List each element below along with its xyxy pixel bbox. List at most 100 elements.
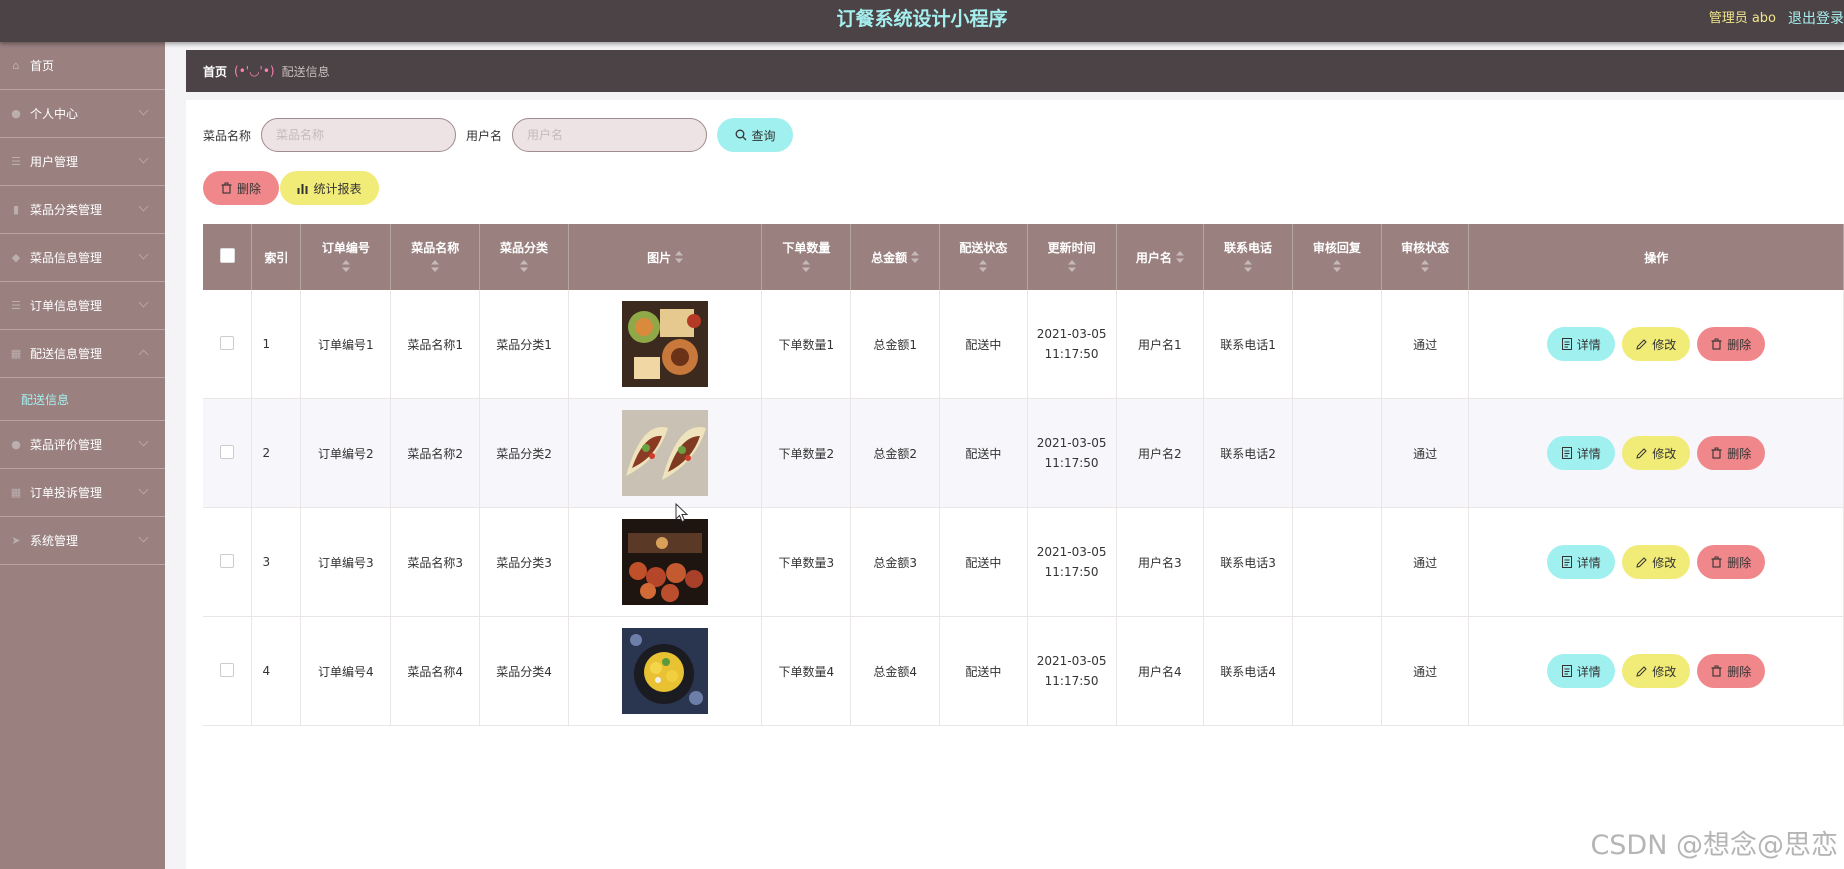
row-checkbox[interactable] <box>220 553 235 568</box>
sort-icon[interactable] <box>979 260 988 275</box>
mouse-cursor-icon <box>675 503 689 523</box>
col-index: 索引 <box>251 224 302 290</box>
delete-button[interactable]: 删除 <box>1697 436 1766 470</box>
username-input[interactable] <box>512 118 708 152</box>
cell-operations: 详情 修改 删除 <box>1468 616 1844 726</box>
cell-username: 用户名3 <box>1116 507 1205 617</box>
detail-button[interactable]: 详情 <box>1547 654 1616 688</box>
col-update-time-label: 更新时间 <box>1047 241 1096 255</box>
chevron-up-icon <box>138 349 149 360</box>
cell-time: 11:17:50 <box>1044 565 1099 579</box>
logout-link[interactable]: 退出登录 <box>1788 0 1844 38</box>
col-total-label: 总金额 <box>871 250 908 265</box>
col-update-time[interactable]: 更新时间 <box>1027 224 1117 290</box>
detail-button[interactable]: 详情 <box>1547 545 1616 579</box>
delivery-table: 索引 订单编号 菜品名称 菜品分类 图片 下单数量 总金额 配送状态 更新时间 … <box>203 224 1844 726</box>
sidebar-item-order-info[interactable]: ☰ 订单信息管理 <box>0 282 165 330</box>
col-order-no[interactable]: 订单编号 <box>300 224 392 290</box>
sort-icon[interactable] <box>1421 260 1430 275</box>
dish-image <box>622 519 709 605</box>
sort-icon[interactable] <box>520 260 529 275</box>
row-checkbox[interactable] <box>220 662 235 677</box>
col-total[interactable]: 总金额 <box>850 224 941 290</box>
batch-delete-button[interactable]: 删除 <box>203 171 279 205</box>
row-select-cell <box>203 616 253 726</box>
sidebar-item-order-complaint[interactable]: ▦ 订单投诉管理 <box>0 469 165 517</box>
cell-time: 11:17:50 <box>1044 347 1099 361</box>
sort-icon[interactable] <box>341 260 350 275</box>
batch-delete-label: 删除 <box>236 181 261 196</box>
cell-phone: 联系电话4 <box>1203 616 1293 726</box>
col-qty[interactable]: 下单数量 <box>761 224 852 290</box>
detail-label: 详情 <box>1576 337 1601 352</box>
home-icon: ⌂ <box>12 58 20 72</box>
chart-icon: ▮ <box>12 202 20 216</box>
col-dish-category[interactable]: 菜品分类 <box>479 224 569 290</box>
col-image[interactable]: 图片 <box>568 224 763 290</box>
col-username[interactable]: 用户名 <box>1116 224 1205 290</box>
detail-label: 详情 <box>1576 664 1601 679</box>
chevron-down-icon <box>138 153 149 164</box>
sidebar-item-label: 订单投诉管理 <box>30 486 103 500</box>
sidebar-item-users[interactable]: ☰ 用户管理 <box>0 138 165 186</box>
breadcrumb-home[interactable]: 首页 <box>203 63 227 80</box>
sidebar-item-home[interactable]: ⌂ 首页 <box>0 42 165 90</box>
edit-button[interactable]: 修改 <box>1622 436 1691 470</box>
cell-phone: 联系电话2 <box>1203 398 1293 508</box>
col-username-label: 用户名 <box>1135 250 1172 265</box>
delete-button[interactable]: 删除 <box>1697 654 1766 688</box>
cell-total: 总金额2 <box>850 398 941 508</box>
col-audit-status[interactable]: 审核状态 <box>1381 224 1470 290</box>
row-checkbox[interactable] <box>220 444 235 459</box>
sort-icon[interactable] <box>911 250 920 266</box>
top-header: 订餐系统设计小程序 管理员 abo 退出登录 <box>0 0 1844 42</box>
cell-total: 总金额3 <box>850 507 941 617</box>
pencil-icon <box>1636 556 1647 568</box>
query-button[interactable]: 查询 <box>717 118 794 152</box>
col-audit-reply[interactable]: 审核回复 <box>1292 224 1382 290</box>
sidebar-subitem-delivery-info[interactable]: 配送信息 <box>0 378 165 421</box>
dish-image <box>622 410 709 496</box>
dish-name-input[interactable] <box>261 118 457 152</box>
sort-icon[interactable] <box>1067 260 1076 275</box>
cell-audit-status: 通过 <box>1381 290 1470 399</box>
sidebar-item-dish-category[interactable]: ▮ 菜品分类管理 <box>0 186 165 234</box>
select-all-checkbox[interactable] <box>219 248 235 263</box>
delete-button[interactable]: 删除 <box>1697 327 1766 361</box>
sort-icon[interactable] <box>675 250 684 266</box>
sort-icon[interactable] <box>1175 250 1184 266</box>
cell-update-time: 2021-03-05 11:17:50 <box>1027 290 1117 399</box>
edit-button[interactable]: 修改 <box>1622 545 1691 579</box>
breadcrumb-separator: (•'◡'•) <box>234 64 275 78</box>
col-phone[interactable]: 联系电话 <box>1203 224 1293 290</box>
sort-icon[interactable] <box>802 260 811 275</box>
main-content: 菜品名称 用户名 查询 删除 统计报表 索引 订单编号 菜品名称 <box>186 100 1844 869</box>
cell-audit-reply <box>1292 616 1382 726</box>
action-bar: 删除 统计报表 <box>203 171 379 205</box>
trash-icon <box>1711 556 1722 568</box>
edit-button[interactable]: 修改 <box>1622 327 1691 361</box>
sort-icon[interactable] <box>1332 260 1341 275</box>
delete-button[interactable]: 删除 <box>1697 545 1766 579</box>
trash-icon <box>1711 338 1722 350</box>
detail-label: 详情 <box>1576 446 1601 461</box>
sidebar-item-dish-review[interactable]: ● 菜品评价管理 <box>0 421 165 469</box>
sort-icon[interactable] <box>1244 260 1253 275</box>
cell-delivery-status: 配送中 <box>939 616 1028 726</box>
sidebar-item-personal[interactable]: ● 个人中心 <box>0 90 165 138</box>
sidebar-item-system[interactable]: ➤ 系统管理 <box>0 517 165 565</box>
table-row: 1 订单编号1 菜品名称1 菜品分类1 下单数量1 总金额1 配送中 2021-… <box>203 290 1844 399</box>
sidebar-item-delivery[interactable]: ▦ 配送信息管理 <box>0 330 165 378</box>
col-delivery-status[interactable]: 配送状态 <box>939 224 1028 290</box>
detail-button[interactable]: 详情 <box>1547 327 1616 361</box>
sort-icon[interactable] <box>431 260 440 275</box>
col-dish-name[interactable]: 菜品名称 <box>390 224 481 290</box>
row-checkbox[interactable] <box>220 335 235 350</box>
col-dish-category-label: 菜品分类 <box>500 241 549 255</box>
edit-button[interactable]: 修改 <box>1622 654 1691 688</box>
sidebar-item-dish-info[interactable]: ◆ 菜品信息管理 <box>0 234 165 282</box>
cell-dish-category: 菜品分类3 <box>479 507 569 617</box>
stats-report-button[interactable]: 统计报表 <box>280 171 379 205</box>
query-button-label: 查询 <box>751 128 776 143</box>
detail-button[interactable]: 详情 <box>1547 436 1616 470</box>
